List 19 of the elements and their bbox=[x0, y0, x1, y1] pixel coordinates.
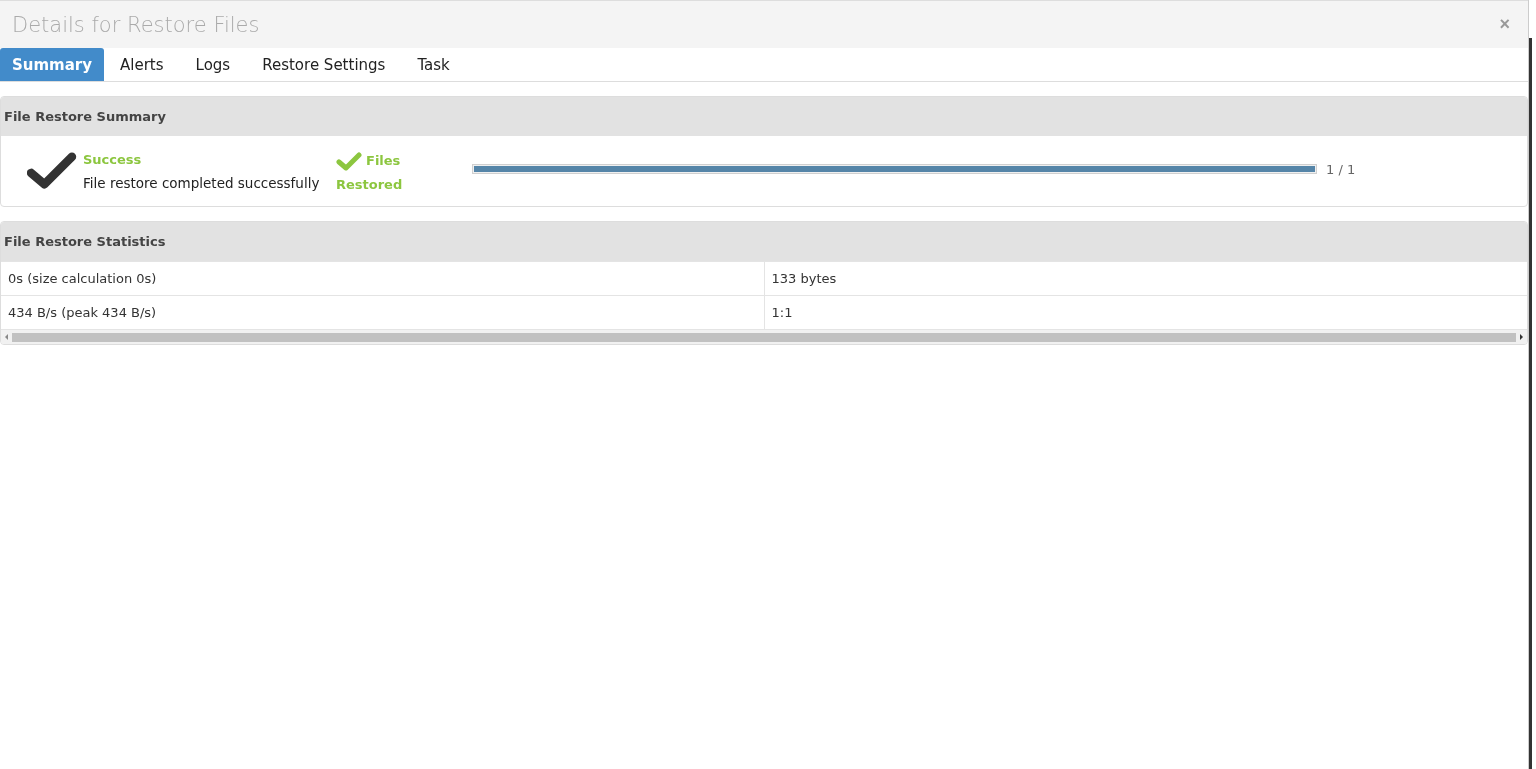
tab[interactable]: Restore Settings bbox=[246, 48, 402, 81]
horizontal-scrollbar[interactable] bbox=[1, 329, 1527, 344]
restored-label: Restored bbox=[336, 176, 404, 192]
status-label: Success bbox=[83, 151, 143, 167]
checkmark-icon bbox=[336, 150, 362, 171]
tab[interactable]: Summary bbox=[0, 48, 105, 81]
table-cell: 133 bytes bbox=[763, 262, 1527, 295]
progress-count: 1 / 1 bbox=[1326, 161, 1356, 177]
checkmark-icon bbox=[27, 152, 77, 190]
files-label: Files bbox=[366, 153, 401, 168]
panel-heading: File Restore Statistics bbox=[4, 234, 166, 249]
tab[interactable]: Logs bbox=[179, 48, 247, 81]
status-message: File restore completed successfully bbox=[83, 174, 321, 191]
table-cell-text: 0s (size calculation 0s) bbox=[7, 270, 158, 288]
tab[interactable]: Alerts bbox=[104, 48, 180, 81]
panel-heading: File Restore Summary bbox=[4, 109, 166, 124]
window-title: Details for Restore Files bbox=[12, 12, 260, 37]
table-cell-text: 434 B/s (peak 434 B/s) bbox=[7, 304, 158, 322]
tab[interactable]: Task bbox=[401, 48, 466, 81]
